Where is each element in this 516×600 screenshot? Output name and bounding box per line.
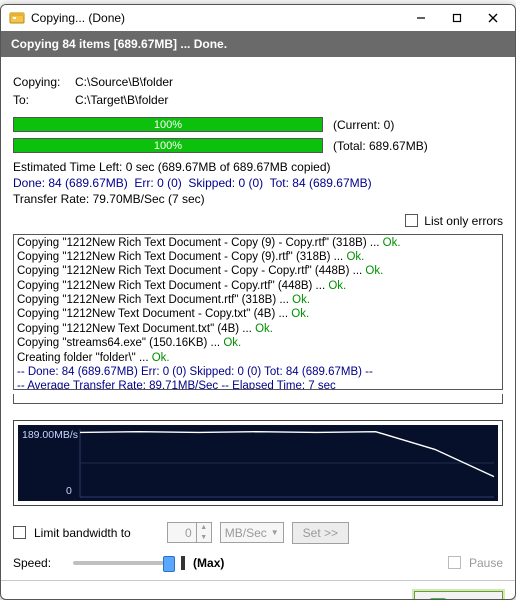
log-line: Copying "1212New Rich Text Document - Co…	[17, 250, 499, 264]
content-area: Copying: C:\Source\B\folder To: C:\Targe…	[1, 57, 515, 580]
slider-end-marker	[181, 556, 185, 570]
stats-done-line: Done: 84 (689.67MB) Err: 0 (0) Skipped: …	[13, 175, 503, 191]
progress-total-note: (Total: 689.67MB)	[333, 139, 428, 153]
titlebar: Copying... (Done)	[1, 5, 515, 31]
limit-bandwidth-checkbox[interactable]	[13, 526, 26, 539]
minimize-button[interactable]	[403, 5, 439, 31]
spinner-down-icon[interactable]: ▼	[197, 533, 211, 543]
path-row-to: To: C:\Target\B\folder	[13, 93, 503, 107]
progress-current-note: (Current: 0)	[333, 118, 394, 132]
copying-label: Copying:	[13, 75, 69, 89]
progress-total: 100%	[13, 138, 323, 153]
log-line: -- Average Transfer Rate: 89.71MB/Sec --…	[17, 379, 499, 389]
bandwidth-row: Limit bandwidth to 0 ▲ ▼ MB/Sec ▼ Set >>	[13, 522, 503, 544]
progress-current: 100%	[13, 117, 323, 132]
window-title: Copying... (Done)	[31, 11, 403, 25]
stats-rate: Transfer Rate: 79.70MB/Sec (7 sec)	[13, 191, 503, 207]
copying-path: C:\Source\B\folder	[75, 75, 173, 89]
bandwidth-set-button[interactable]: Set >>	[292, 522, 349, 544]
list-only-errors-checkbox[interactable]	[405, 214, 418, 227]
pause-checkbox[interactable]	[448, 556, 461, 569]
chevron-down-icon: ▼	[271, 528, 279, 537]
log-line: Copying "1212New Text Document - Copy.tx…	[17, 307, 499, 321]
bandwidth-unit-dropdown[interactable]: MB/Sec ▼	[220, 522, 284, 543]
log-output[interactable]: Copying "1212New Rich Text Document - Co…	[13, 234, 503, 390]
bandwidth-value-spinner[interactable]: 0 ▲ ▼	[167, 522, 212, 543]
progress-total-pct: 100%	[14, 139, 322, 152]
spinner-up-icon[interactable]: ▲	[197, 523, 211, 533]
limit-bandwidth-label: Limit bandwidth to	[34, 526, 131, 540]
log-line: Copying "1212New Text Document.txt" (4B)…	[17, 322, 499, 336]
log-line: Copying "1212New Rich Text Document - Co…	[17, 264, 499, 278]
progress-current-pct: 100%	[14, 118, 322, 131]
speed-label: Speed:	[13, 556, 51, 570]
slider-thumb[interactable]	[163, 556, 175, 572]
to-path: C:\Target\B\folder	[75, 93, 168, 107]
to-label: To:	[13, 93, 69, 107]
log-status-strip	[13, 394, 503, 404]
pause-label: Pause	[469, 556, 503, 570]
path-row-copying: Copying: C:\Source\B\folder	[13, 75, 503, 89]
maximize-button[interactable]	[439, 5, 475, 31]
log-line: Copying "1212New Rich Text Document.rtf"…	[17, 293, 499, 307]
footer: Close this window when completed Close	[1, 580, 515, 600]
speed-max-label: (Max)	[193, 556, 224, 570]
speed-slider[interactable]	[73, 561, 173, 565]
app-icon	[9, 10, 25, 26]
log-line: -- Done: 84 (689.67MB) Err: 0 (0) Skippe…	[17, 365, 499, 379]
log-line: Copying "streams64.exe" (150.16KB) ... O…	[17, 336, 499, 350]
throughput-graph: 189.00MB/s 0	[18, 425, 498, 501]
summary-header: Copying 84 items [689.67MB] ... Done.	[1, 31, 515, 57]
stats-eta: Estimated Time Left: 0 sec (689.67MB of …	[13, 159, 503, 175]
speed-row: Speed: (Max) Pause	[13, 556, 503, 570]
list-only-errors-label: List only errors	[424, 214, 503, 228]
close-window-button[interactable]	[475, 5, 511, 31]
throughput-graph-frame: 189.00MB/s 0	[13, 420, 503, 506]
log-line: Copying "1212New Rich Text Document - Co…	[17, 236, 499, 250]
log-line: Copying "1212New Rich Text Document - Co…	[17, 279, 499, 293]
close-button[interactable]: Close	[414, 591, 503, 600]
stats-block: Estimated Time Left: 0 sec (689.67MB of …	[13, 159, 503, 208]
dialog-window: Copying... (Done) Copying 84 items [689.…	[0, 4, 516, 600]
log-line: Creating folder "folder\" ... Ok.	[17, 351, 499, 365]
